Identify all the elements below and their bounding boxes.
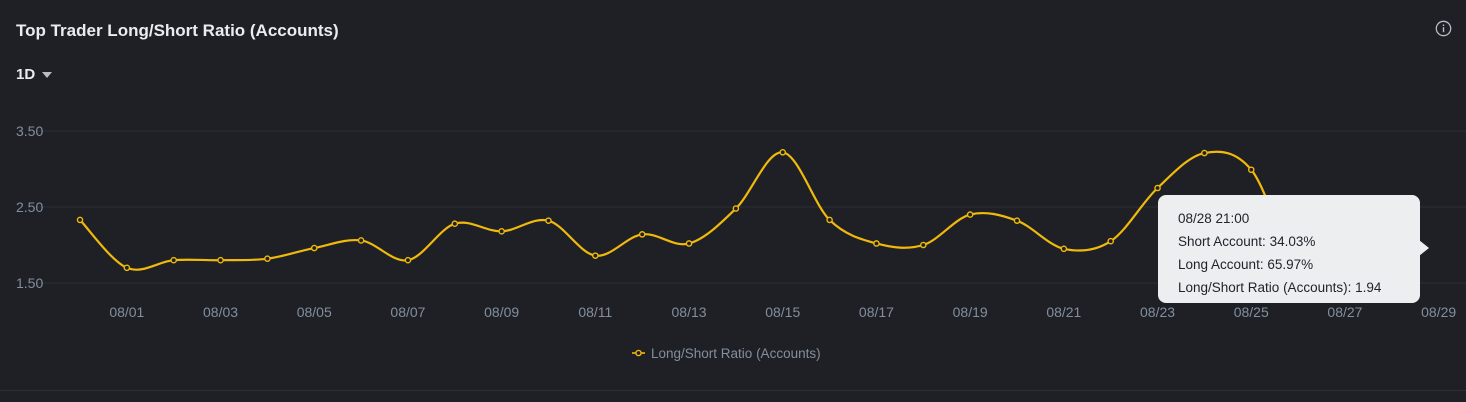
- x-tick-label: 08/25: [1234, 304, 1269, 320]
- data-point[interactable]: [357, 237, 365, 244]
- x-tick-label: 08/13: [672, 304, 707, 320]
- tooltip-long-row: Long Account: 65.97%: [1178, 253, 1400, 276]
- data-point[interactable]: [1013, 217, 1021, 224]
- data-point[interactable]: [1154, 184, 1161, 192]
- x-tick-label: 08/23: [1140, 304, 1175, 320]
- data-point[interactable]: [920, 241, 927, 249]
- legend[interactable]: Long/Short Ratio (Accounts): [632, 346, 821, 361]
- data-point[interactable]: [638, 231, 646, 238]
- data-point[interactable]: [826, 216, 833, 224]
- y-tick-label: 3.50: [16, 123, 43, 139]
- legend-point-marker: [635, 349, 642, 357]
- data-point[interactable]: [498, 228, 505, 235]
- data-point[interactable]: [310, 244, 318, 252]
- data-point[interactable]: [873, 240, 880, 247]
- tooltip-long-value: 65.97%: [1267, 257, 1314, 272]
- tooltip-short-label: Short Account:: [1178, 234, 1266, 249]
- data-point[interactable]: [451, 220, 459, 228]
- data-point[interactable]: [76, 216, 84, 224]
- x-tick-label: 08/21: [1046, 304, 1081, 320]
- data-point[interactable]: [592, 252, 599, 259]
- data-point[interactable]: [170, 256, 177, 264]
- data-point[interactable]: [1107, 237, 1114, 245]
- data-point[interactable]: [779, 148, 787, 156]
- y-tick-label: 2.50: [16, 199, 43, 215]
- x-tick-label: 08/09: [484, 304, 519, 320]
- data-point[interactable]: [1201, 149, 1208, 157]
- data-point[interactable]: [1247, 166, 1255, 174]
- x-tick-label: 08/07: [390, 304, 425, 320]
- y-tick-label: 1.50: [16, 275, 43, 291]
- data-point[interactable]: [1060, 245, 1068, 253]
- chart-card: Top Trader Long/Short Ratio (Accounts) 1…: [0, 0, 1466, 391]
- tooltip-ratio-value: 1.94: [1355, 280, 1382, 295]
- tooltip-pointer: [1419, 240, 1429, 256]
- data-point[interactable]: [123, 264, 131, 272]
- x-tick-label: 08/03: [203, 304, 238, 320]
- tooltip-time: 08/28 21:00: [1178, 211, 1250, 226]
- data-point[interactable]: [545, 217, 552, 224]
- data-point[interactable]: [404, 256, 412, 264]
- x-tick-label: 08/29: [1421, 304, 1456, 320]
- x-tick-label: 08/11: [578, 304, 612, 320]
- legend-label: Long/Short Ratio (Accounts): [651, 346, 821, 361]
- data-point[interactable]: [217, 256, 224, 264]
- tooltip-ratio-row: Long/Short Ratio (Accounts): 1.94: [1178, 276, 1400, 299]
- x-tick-label: 08/01: [109, 304, 144, 320]
- data-point[interactable]: [966, 211, 974, 218]
- chart-tooltip: 08/28 21:00 Short Account: 34.03% Long A…: [1158, 195, 1420, 303]
- x-tick-label: 08/15: [765, 304, 800, 320]
- x-tick-label: 08/19: [953, 304, 988, 320]
- x-tick-label: 08/17: [859, 304, 894, 320]
- data-point[interactable]: [732, 205, 740, 212]
- tooltip-short-value: 34.03%: [1269, 234, 1316, 249]
- tooltip-ratio-label: Long/Short Ratio (Accounts):: [1178, 280, 1352, 295]
- tooltip-short-row: Short Account: 34.03%: [1178, 230, 1400, 253]
- x-tick-label: 08/27: [1327, 304, 1362, 320]
- data-point[interactable]: [264, 255, 271, 262]
- data-point[interactable]: [685, 240, 693, 247]
- x-tick-label: 08/05: [297, 304, 332, 320]
- tooltip-long-label: Long Account:: [1178, 257, 1264, 272]
